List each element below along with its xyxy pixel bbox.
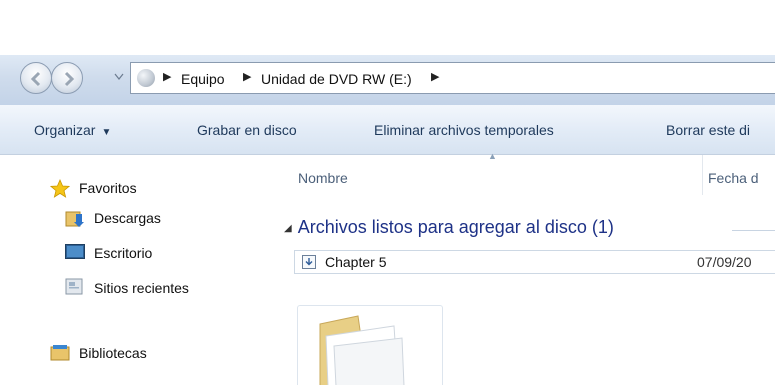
recent-pages-dropdown-icon[interactable] (114, 73, 124, 81)
address-box[interactable]: ▶ Equipo ▶ Unidad de DVD RW (E:) ▶ (130, 62, 775, 94)
breadcrumb-separator-icon[interactable]: ▶ (243, 70, 251, 83)
forward-button[interactable] (51, 62, 83, 94)
group-label: Archivos listos para agregar al disco (1… (297, 217, 614, 237)
column-header-date[interactable]: Fecha d (708, 170, 759, 186)
breadcrumb-separator-icon[interactable]: ▶ (431, 70, 439, 83)
window-title-area (0, 0, 775, 55)
group-header[interactable]: ◢ Archivos listos para agregar al disco (… (284, 217, 614, 238)
file-date: 07/09/20 (697, 254, 752, 270)
file-row[interactable]: Chapter 5 07/09/20 (294, 250, 775, 274)
pending-burn-file-icon (302, 255, 316, 269)
organize-label: Organizar (34, 122, 96, 138)
downloads-folder-icon (65, 211, 84, 227)
breadcrumb-separator-icon[interactable]: ▶ (163, 70, 171, 83)
arrow-right-icon (64, 71, 75, 87)
column-separator[interactable] (702, 155, 703, 195)
collapse-triangle-icon[interactable]: ◢ (284, 223, 292, 234)
nav-item-favorites[interactable]: Favoritos (79, 180, 137, 196)
command-bar: Organizar ▼ Grabar en disco Eliminar arch… (0, 105, 775, 155)
back-button[interactable] (20, 62, 52, 94)
delete-temp-files-button[interactable]: Eliminar archivos temporales (374, 122, 554, 138)
nav-item-libraries[interactable]: Bibliotecas (79, 345, 147, 361)
erase-disc-button[interactable]: Borrar este di (666, 122, 750, 138)
breadcrumb-item-computer[interactable]: Equipo (181, 71, 225, 87)
burn-to-disc-button[interactable]: Grabar en disco (197, 122, 297, 138)
navigation-pane: Favoritos Descargas Escritorio Sitios re… (0, 155, 272, 371)
star-icon (50, 179, 70, 198)
breadcrumb-item-dvd-drive[interactable]: Unidad de DVD RW (E:) (261, 71, 412, 87)
group-divider (732, 230, 775, 231)
recent-places-icon (65, 278, 83, 295)
dropdown-arrow-icon: ▼ (101, 127, 112, 138)
sort-indicator-icon: ▲ (488, 151, 497, 161)
folder-icon (319, 315, 405, 385)
column-header-name[interactable]: Nombre (298, 170, 348, 186)
desktop-icon (65, 244, 85, 259)
computer-location-icon (137, 69, 155, 87)
organize-button[interactable]: Organizar ▼ (34, 122, 111, 138)
arrow-left-icon (30, 71, 41, 87)
libraries-icon (50, 345, 70, 361)
folder-preview-tile[interactable] (297, 305, 443, 385)
file-name: Chapter 5 (325, 254, 387, 270)
file-list-pane: ▲ Nombre Fecha d ◢ Archivos listos para a… (272, 151, 775, 385)
nav-item-downloads[interactable]: Descargas (94, 210, 161, 226)
nav-item-recent-places[interactable]: Sitios recientes (94, 280, 189, 296)
nav-item-desktop[interactable]: Escritorio (94, 245, 152, 261)
